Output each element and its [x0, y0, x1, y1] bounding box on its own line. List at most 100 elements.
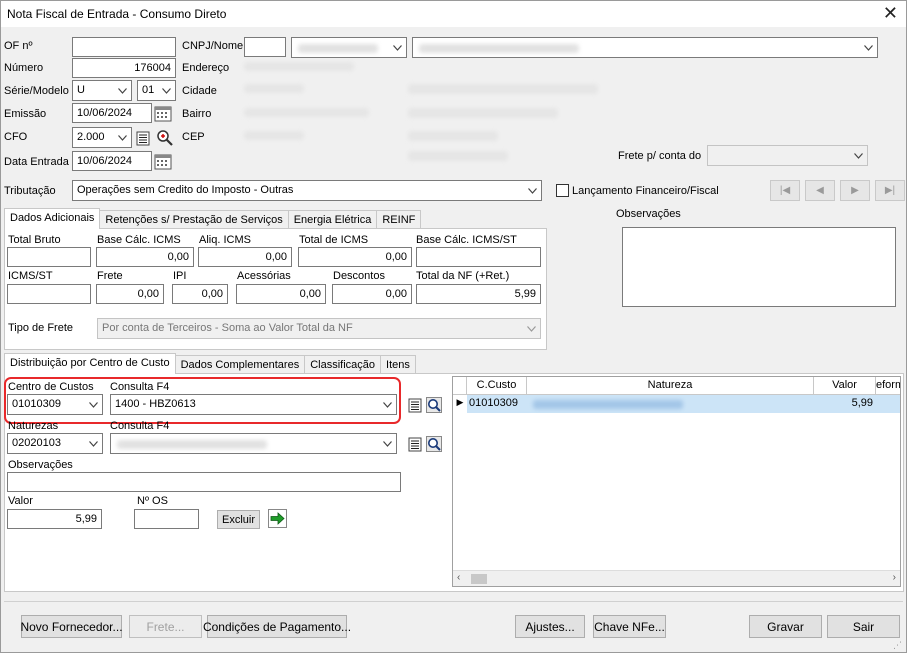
centro-custos-label: Centro de Custos [8, 381, 94, 393]
nos-input[interactable] [134, 509, 199, 529]
excluir-button[interactable]: Excluir [217, 510, 260, 529]
of-input[interactable] [72, 37, 176, 57]
descontos-input[interactable]: 0,00 [332, 284, 412, 304]
chevron-down-icon[interactable] [114, 128, 131, 147]
observacoes-textarea[interactable] [622, 227, 896, 307]
base-icms-input[interactable]: 0,00 [96, 247, 194, 267]
aliq-icms-input[interactable]: 0,00 [198, 247, 292, 267]
observacoes-dist-input[interactable] [7, 472, 401, 492]
cnpj-input[interactable] [244, 37, 286, 57]
scroll-right-icon[interactable]: › [893, 572, 896, 583]
cfo-combo[interactable]: 2.000 [72, 127, 132, 148]
resize-grip-icon[interactable]: ⋰ [893, 640, 905, 652]
novo-fornecedor-button[interactable]: Novo Fornecedor... [20, 615, 123, 638]
tab-itens[interactable]: Itens [380, 355, 416, 374]
emissao-input[interactable]: 10/06/2024 [72, 103, 152, 123]
tab-classificacao[interactable]: Classificação [304, 355, 382, 374]
nav-first-button[interactable]: |◀ [770, 180, 800, 201]
chevron-down-icon[interactable] [114, 81, 131, 100]
redacted-text [117, 440, 267, 449]
valor-input[interactable]: 5,99 [7, 509, 102, 529]
total-nf-input[interactable]: 5,99 [416, 284, 541, 304]
footer-divider [4, 601, 903, 602]
consulta-f4-2-combo[interactable] [110, 433, 397, 454]
tributacao-combo[interactable]: Operações sem Credito do Imposto - Outra… [72, 180, 542, 201]
chevron-down-icon[interactable] [158, 81, 175, 100]
aliq-icms-label: Aliq. ICMS [199, 234, 251, 246]
zoom-icon[interactable] [425, 435, 443, 453]
ajustes-button[interactable]: Ajustes... [515, 615, 585, 638]
distribuicao-grid: C.Custo Natureza Valor eform ▶ 01010309 … [452, 376, 901, 587]
icms-st-input[interactable] [7, 284, 91, 304]
numero-input[interactable]: 176004 [72, 58, 176, 78]
grid-cell-ccusto: 01010309 [467, 395, 527, 413]
chevron-down-icon[interactable] [523, 319, 540, 338]
data-entrada-input[interactable]: 10/06/2024 [72, 151, 152, 171]
modelo-combo[interactable]: 01 [137, 80, 176, 101]
gravar-button[interactable]: Gravar [749, 615, 822, 638]
total-icms-input[interactable]: 0,00 [298, 247, 412, 267]
serie-combo[interactable]: U [72, 80, 132, 101]
nome-combo[interactable] [412, 37, 878, 58]
scrollbar-thumb[interactable] [471, 574, 487, 584]
nos-label: Nº OS [137, 495, 168, 507]
close-icon[interactable]: ✕ [883, 3, 898, 23]
calendar-icon[interactable] [153, 152, 173, 171]
grid-header-eform[interactable]: eform [876, 377, 900, 394]
frete-conta-combo[interactable] [707, 145, 868, 166]
chevron-down-icon[interactable] [524, 181, 541, 200]
redacted-cep [244, 131, 304, 140]
total-icms-label: Total de ICMS [299, 234, 369, 246]
ipi-input[interactable]: 0,00 [172, 284, 228, 304]
list-icon[interactable] [406, 435, 424, 453]
list-icon[interactable] [406, 396, 424, 414]
scroll-left-icon[interactable]: ‹ [457, 572, 460, 583]
data-entrada-label: Data Entrada [4, 156, 69, 168]
centro-custos-combo[interactable]: 01010309 [7, 394, 103, 415]
zoom-icon[interactable] [425, 396, 443, 414]
chevron-down-icon[interactable] [85, 434, 102, 453]
chevron-down-icon[interactable] [379, 434, 396, 453]
nav-prev-button[interactable]: ◀ [805, 180, 835, 201]
tab-dados-adicionais[interactable]: Dados Adicionais [4, 208, 101, 229]
chevron-down-icon[interactable] [860, 38, 877, 57]
chevron-down-icon[interactable] [850, 146, 867, 165]
arrow-right-icon[interactable] [268, 509, 287, 528]
horizontal-scrollbar[interactable]: ‹ › [453, 570, 900, 586]
chave-nfe-button[interactable]: Chave NFe... [593, 615, 666, 638]
grid-header-ccusto[interactable]: C.Custo [467, 377, 527, 394]
tab-reinf[interactable]: REINF [376, 210, 422, 229]
chevron-down-icon[interactable] [389, 38, 406, 57]
condicoes-pagamento-button[interactable]: Condições de Pagamento... [203, 615, 351, 638]
naturezas-combo[interactable]: 02020103 [7, 433, 103, 454]
consulta-f4-combo[interactable]: 1400 - HBZ0613 [110, 394, 397, 415]
nav-last-button[interactable]: ▶| [875, 180, 905, 201]
frete-button[interactable]: Frete... [129, 615, 202, 638]
frete-input[interactable]: 0,00 [96, 284, 164, 304]
tab-energia-eletrica[interactable]: Energia Elétrica [287, 210, 378, 229]
total-bruto-input[interactable] [7, 247, 91, 267]
tipo-frete-combo[interactable]: Por conta de Terceiros - Soma ao Valor T… [97, 318, 541, 339]
redacted-bairro [244, 108, 369, 117]
nav-next-button[interactable]: ▶ [840, 180, 870, 201]
grid-header-natureza[interactable]: Natureza [527, 377, 814, 394]
tab-distribuicao-centro-custo[interactable]: Distribuição por Centro de Custo [4, 353, 176, 374]
calendar-icon[interactable] [153, 104, 173, 123]
total-nf-label: Total da NF (+Ret.) [416, 270, 510, 282]
redacted-text [298, 44, 378, 53]
grid-header-valor[interactable]: Valor [814, 377, 876, 394]
list-icon[interactable] [134, 129, 152, 147]
chevron-down-icon[interactable] [85, 395, 102, 414]
tab-dados-complementares[interactable]: Dados Complementares [174, 355, 306, 374]
tab-retencoes[interactable]: Retenções s/ Prestação de Serviços [99, 210, 289, 229]
acessorias-input[interactable]: 0,00 [236, 284, 326, 304]
observacoes-dist-label: Observações [8, 459, 73, 471]
zoom-search-icon[interactable] [155, 128, 175, 148]
base-icms-st-input[interactable] [416, 247, 541, 267]
chevron-down-icon[interactable] [379, 395, 396, 414]
table-row[interactable]: ▶ 01010309 5,99 [453, 395, 900, 413]
lancamento-checkbox[interactable] [556, 184, 569, 197]
cfo-label: CFO [4, 131, 28, 143]
sair-button[interactable]: Sair [827, 615, 900, 638]
fornecedor-combo[interactable] [291, 37, 407, 58]
